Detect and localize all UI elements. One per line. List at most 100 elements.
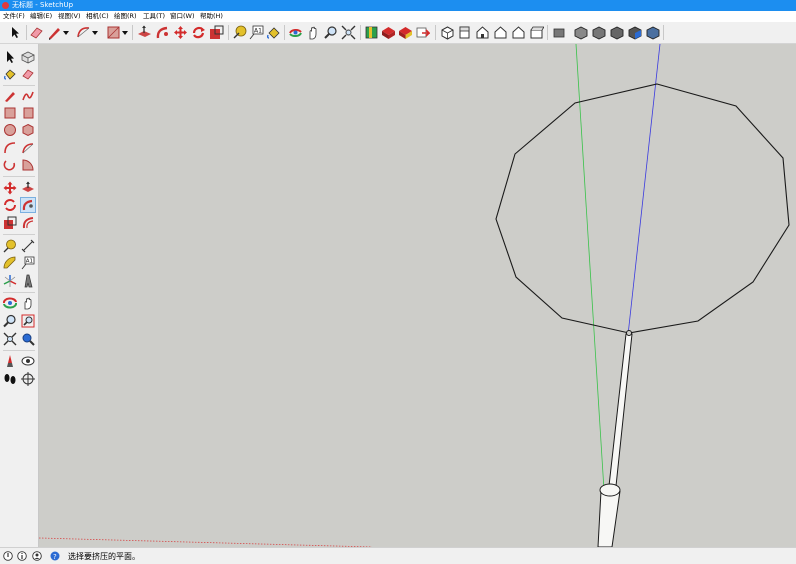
- tape-measure-icon[interactable]: [3, 239, 17, 253]
- front-view-icon[interactable]: [475, 25, 490, 40]
- zoom-extents-icon[interactable]: [341, 25, 356, 40]
- shaded-icon[interactable]: [609, 25, 624, 40]
- textured-icon[interactable]: [627, 25, 642, 40]
- follow-path-edge[interactable]: [608, 333, 633, 487]
- left-view-icon[interactable]: [529, 25, 544, 40]
- xray-icon[interactable]: [552, 25, 567, 40]
- rotate-icon[interactable]: [191, 25, 206, 40]
- menu-help[interactable]: 帮助(H): [200, 11, 223, 22]
- dropdown-arrow-icon[interactable]: [91, 25, 99, 40]
- red-axis: [39, 537, 373, 547]
- dropdown-arrow-icon[interactable]: [121, 25, 129, 40]
- line-icon[interactable]: [3, 89, 17, 103]
- monochrome-icon[interactable]: [645, 25, 660, 40]
- follow-me-icon[interactable]: [155, 25, 170, 40]
- position-camera-icon[interactable]: [3, 354, 17, 368]
- pan-icon[interactable]: [306, 25, 321, 40]
- freehand-icon[interactable]: [21, 89, 35, 103]
- three-point-arc-icon[interactable]: [3, 158, 17, 172]
- palette-separator: [3, 350, 35, 351]
- right-view-icon[interactable]: [493, 25, 508, 40]
- toolbar-separator: [228, 25, 229, 40]
- move-icon[interactable]: [173, 25, 188, 40]
- rectangle-icon[interactable]: [3, 106, 17, 120]
- menu-window[interactable]: 窗口(W): [170, 11, 195, 22]
- top-view-icon[interactable]: [457, 25, 472, 40]
- offset-icon[interactable]: [21, 216, 35, 230]
- select-icon[interactable]: [8, 25, 23, 40]
- scale-icon[interactable]: [209, 25, 224, 40]
- component-icon[interactable]: [21, 50, 35, 64]
- svg-text:?: ?: [53, 553, 57, 561]
- book-icon[interactable]: [364, 25, 379, 40]
- instructor-help-icon[interactable]: ?: [50, 551, 60, 561]
- look-around-icon[interactable]: [21, 354, 35, 368]
- hidden-line-icon[interactable]: [591, 25, 606, 40]
- pie-icon[interactable]: [21, 158, 35, 172]
- materials-icon[interactable]: [398, 25, 413, 40]
- orbit-icon[interactable]: [288, 25, 303, 40]
- model-viewport[interactable]: [39, 44, 796, 547]
- menu-file[interactable]: 文件(F): [3, 11, 25, 22]
- iso-view-icon[interactable]: [440, 25, 455, 40]
- 3d-warehouse-icon[interactable]: [415, 25, 430, 40]
- cylinder-top-face[interactable]: [599, 483, 621, 497]
- follow-me-icon[interactable]: [20, 197, 36, 213]
- menu-view[interactable]: 视图(V): [58, 11, 81, 22]
- section-plane-icon[interactable]: [21, 372, 35, 386]
- zoom-window-icon[interactable]: [21, 314, 35, 328]
- protractor-icon[interactable]: [3, 256, 17, 270]
- cylinder-body[interactable]: [597, 490, 621, 547]
- back-view-icon[interactable]: [511, 25, 526, 40]
- zoom-icon[interactable]: [3, 314, 17, 328]
- credits-icon[interactable]: [17, 551, 27, 561]
- circle-icon[interactable]: [3, 123, 17, 137]
- zoom-icon[interactable]: [323, 25, 338, 40]
- text-icon[interactable]: A1: [249, 25, 264, 40]
- scene-canvas[interactable]: [39, 44, 796, 547]
- menu-edit[interactable]: 编辑(E): [30, 11, 52, 22]
- tape-measure-icon[interactable]: [232, 25, 247, 40]
- eraser-icon[interactable]: [29, 25, 44, 40]
- move-icon[interactable]: [3, 181, 17, 195]
- palette-separator: [3, 85, 35, 86]
- two-point-arc-icon[interactable]: [21, 141, 35, 155]
- arc-icon[interactable]: [3, 141, 17, 155]
- rectangle-icon[interactable]: [106, 25, 121, 40]
- wireframe-icon[interactable]: [573, 25, 588, 40]
- window-title: 无标题 - SketchUp: [12, 1, 74, 9]
- walk-icon[interactable]: [3, 372, 17, 386]
- axes-icon[interactable]: [3, 274, 17, 288]
- menu-camera[interactable]: 相机(C): [86, 11, 109, 22]
- text-icon[interactable]: A1: [21, 256, 35, 270]
- push-pull-icon[interactable]: [137, 25, 152, 40]
- zoom-extents-icon[interactable]: [3, 332, 17, 346]
- dropdown-arrow-icon[interactable]: [62, 25, 70, 40]
- dimension-icon[interactable]: [21, 239, 35, 253]
- select-icon[interactable]: [3, 50, 17, 64]
- tool-palette: A1: [0, 44, 39, 547]
- menu-tools[interactable]: 工具(T): [143, 11, 165, 22]
- paint-bucket-icon[interactable]: [266, 25, 281, 40]
- eraser-icon[interactable]: [21, 67, 35, 81]
- components-icon[interactable]: [381, 25, 396, 40]
- pan-icon[interactable]: [21, 296, 35, 310]
- previous-view-icon[interactable]: [21, 332, 35, 346]
- path-endpoint[interactable]: [626, 330, 632, 336]
- user-account-icon[interactable]: [32, 551, 42, 561]
- orbit-icon[interactable]: [3, 296, 17, 310]
- 3d-text-icon[interactable]: [21, 274, 35, 288]
- scale-icon[interactable]: [3, 216, 17, 230]
- rotate-icon[interactable]: [3, 198, 17, 212]
- menu-draw[interactable]: 绘图(R): [114, 11, 137, 22]
- geo-location-icon[interactable]: [3, 551, 13, 561]
- palette-separator: [3, 292, 35, 293]
- paint-bucket-icon[interactable]: [3, 67, 17, 81]
- pencil-line-icon[interactable]: [47, 25, 62, 40]
- polygon-profile[interactable]: [495, 83, 790, 334]
- blue-axis: [627, 44, 661, 336]
- polygon-icon[interactable]: [21, 123, 35, 137]
- arc-icon[interactable]: [76, 25, 91, 40]
- push-pull-icon[interactable]: [21, 181, 35, 195]
- rotated-rectangle-icon[interactable]: [21, 106, 35, 120]
